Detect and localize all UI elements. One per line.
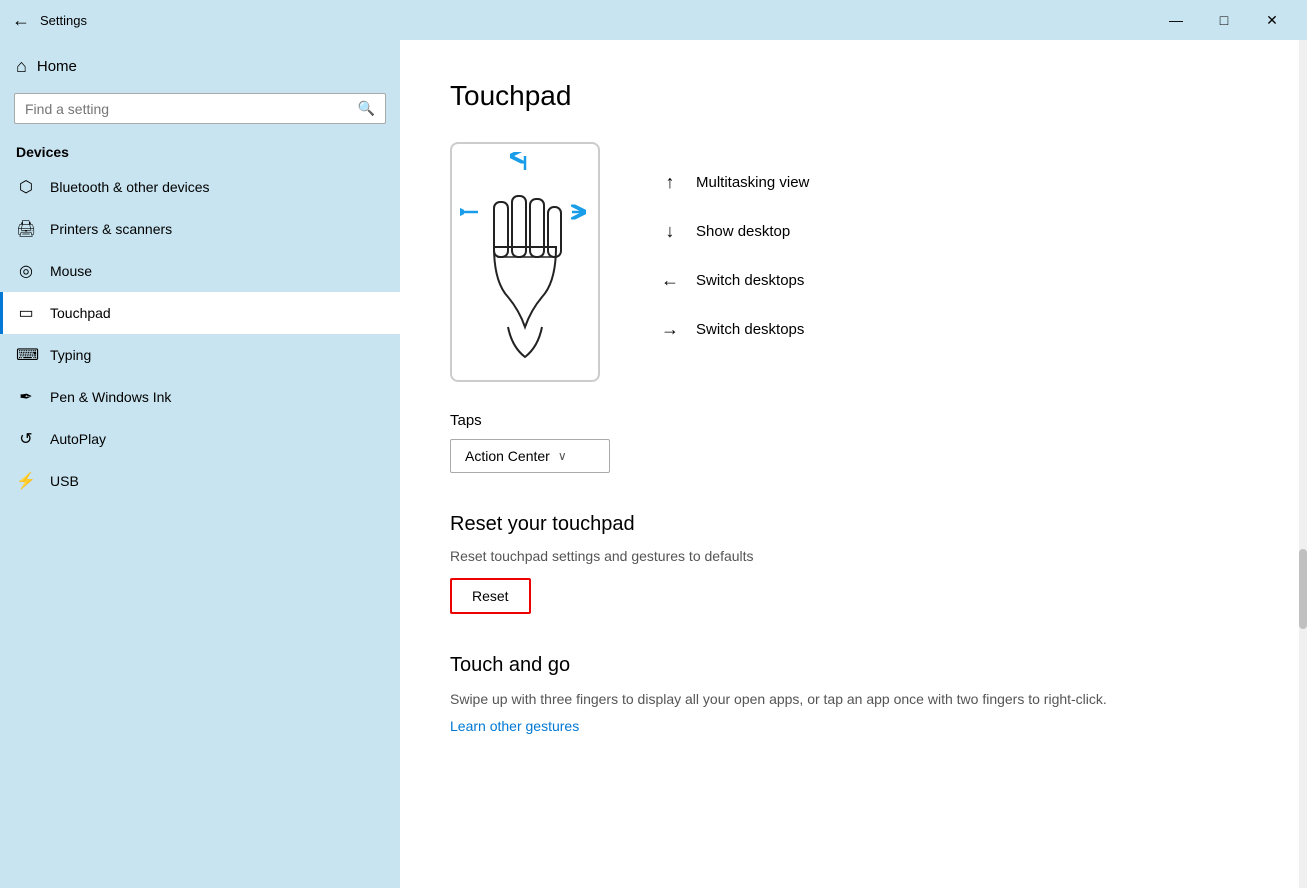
titlebar-title: Settings — [40, 13, 87, 28]
titlebar-controls: — □ ✕ — [1153, 4, 1295, 36]
gesture-label-2: Switch desktops — [696, 272, 804, 289]
gesture-label-3: Switch desktops — [696, 321, 804, 338]
gesture-label-0: Multitasking view — [696, 174, 809, 191]
sidebar-item-printers[interactable]: 🖨 Printers & scanners — [0, 208, 400, 250]
reset-section-title: Reset your touchpad — [450, 513, 1249, 536]
sidebar-item-mouse[interactable]: ◎ Mouse — [0, 250, 400, 292]
reset-button[interactable]: Reset — [450, 578, 531, 614]
gesture-row-3: → Switch desktops — [660, 319, 809, 340]
maximize-button[interactable]: □ — [1201, 4, 1247, 36]
sidebar: ⌂ Home 🔍 Devices ⬡ Bluetooth & other dev… — [0, 40, 400, 888]
left-arrow-icon: ← — [660, 270, 680, 291]
back-icon[interactable]: ← — [12, 10, 30, 31]
scrollbar-track — [1299, 40, 1307, 888]
scrollbar-thumb[interactable] — [1299, 549, 1307, 629]
sidebar-item-touchpad[interactable]: ▭ Touchpad — [0, 292, 400, 334]
sidebar-item-bluetooth[interactable]: ⬡ Bluetooth & other devices — [0, 166, 400, 208]
search-input[interactable] — [25, 101, 350, 117]
reset-section-desc: Reset touchpad settings and gestures to … — [450, 548, 1249, 564]
gesture-actions: ↑ Multitasking view ↓ Show desktop ← Swi… — [660, 142, 809, 340]
touch-go-section: Touch and go Swipe up with three fingers… — [450, 654, 1249, 736]
search-icon: 🔍 — [358, 100, 375, 117]
taps-label: Taps — [450, 412, 1249, 429]
gesture-row-0: ↑ Multitasking view — [660, 172, 809, 193]
sidebar-item-label: USB — [50, 473, 79, 489]
taps-section: Taps Action Center ∨ — [450, 412, 1249, 473]
reset-touchpad-section: Reset your touchpad Reset touchpad setti… — [450, 513, 1249, 614]
sidebar-item-label: Mouse — [50, 263, 92, 279]
autoplay-icon: ↺ — [16, 429, 36, 449]
gesture-illustration — [450, 142, 600, 382]
learn-gestures-link[interactable]: Learn other gestures — [450, 718, 579, 734]
down-arrow-icon: ↓ — [660, 221, 680, 242]
gesture-row-1: ↓ Show desktop — [660, 221, 809, 242]
typing-icon: ⌨ — [16, 345, 36, 365]
chevron-down-icon: ∨ — [558, 449, 567, 463]
home-icon: ⌂ — [16, 56, 27, 77]
sidebar-item-label: AutoPlay — [50, 431, 106, 447]
sidebar-item-pen[interactable]: ✒ Pen & Windows Ink — [0, 376, 400, 418]
titlebar: ← Settings — □ ✕ — [0, 0, 1307, 40]
touch-go-title: Touch and go — [450, 654, 1249, 677]
sidebar-item-label: Pen & Windows Ink — [50, 389, 171, 405]
sidebar-item-typing[interactable]: ⌨ Typing — [0, 334, 400, 376]
mouse-icon: ◎ — [16, 261, 36, 281]
app-body: ⌂ Home 🔍 Devices ⬡ Bluetooth & other dev… — [0, 40, 1307, 888]
gesture-row-2: ← Switch desktops — [660, 270, 809, 291]
close-button[interactable]: ✕ — [1249, 4, 1295, 36]
sidebar-section-title: Devices — [0, 138, 400, 166]
hand-svg — [460, 152, 590, 372]
search-box: 🔍 — [14, 93, 386, 124]
sidebar-item-label: Printers & scanners — [50, 221, 172, 237]
up-arrow-icon: ↑ — [660, 172, 680, 193]
sidebar-item-usb[interactable]: ⚡ USB — [0, 460, 400, 502]
right-arrow-icon: → — [660, 319, 680, 340]
pen-icon: ✒ — [16, 387, 36, 407]
home-nav[interactable]: ⌂ Home — [0, 40, 400, 85]
page-title: Touchpad — [450, 80, 1249, 112]
sidebar-item-label: Touchpad — [50, 305, 111, 321]
minimize-button[interactable]: — — [1153, 4, 1199, 36]
titlebar-left: ← Settings — [12, 10, 87, 31]
taps-value: Action Center — [465, 448, 550, 464]
home-label: Home — [37, 58, 77, 75]
bluetooth-icon: ⬡ — [16, 177, 36, 197]
sidebar-item-autoplay[interactable]: ↺ AutoPlay — [0, 418, 400, 460]
sidebar-item-label: Bluetooth & other devices — [50, 179, 210, 195]
gesture-label-1: Show desktop — [696, 223, 790, 240]
content-area: Touchpad — [400, 40, 1299, 888]
taps-dropdown[interactable]: Action Center ∨ — [450, 439, 610, 473]
touch-go-desc: Swipe up with three fingers to display a… — [450, 689, 1249, 710]
sidebar-item-label: Typing — [50, 347, 91, 363]
gesture-area: ↑ Multitasking view ↓ Show desktop ← Swi… — [450, 142, 1249, 382]
usb-icon: ⚡ — [16, 471, 36, 491]
printer-icon: 🖨 — [16, 219, 36, 239]
touchpad-icon: ▭ — [16, 303, 36, 323]
